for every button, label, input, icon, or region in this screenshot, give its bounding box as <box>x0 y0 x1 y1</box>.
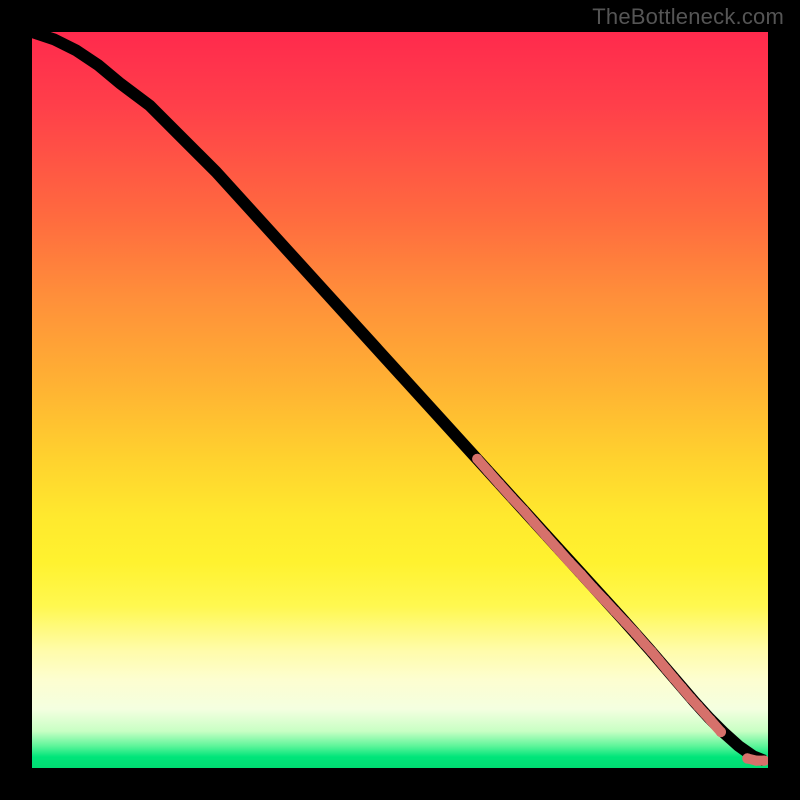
highlight-point <box>647 647 657 657</box>
highlight-point <box>472 454 482 464</box>
highlight-point <box>529 517 539 527</box>
highlight-point <box>483 466 493 476</box>
highlight-point <box>541 530 551 540</box>
highlight-point <box>576 569 586 579</box>
highlight-point <box>610 606 620 616</box>
plot-area <box>32 32 768 768</box>
highlight-point <box>564 557 574 567</box>
highlight-point <box>599 595 609 605</box>
highlight-point <box>494 479 504 489</box>
highlight-point <box>630 628 640 638</box>
highlight-point <box>705 715 715 725</box>
highlight-point <box>620 617 630 627</box>
highlight-point <box>677 683 687 693</box>
highlight-point <box>686 693 696 703</box>
highlight-point <box>588 583 598 593</box>
highlight-point <box>716 727 726 737</box>
highlight-point <box>669 673 679 683</box>
highlight-point <box>553 544 563 554</box>
highlight-point <box>742 753 752 763</box>
chart-svg <box>32 32 768 768</box>
highlight-point <box>518 505 528 515</box>
highlight-point <box>661 664 671 674</box>
chart-frame: TheBottleneck.com <box>0 0 800 800</box>
highlight-point <box>654 655 664 665</box>
watermark-text: TheBottleneck.com <box>592 4 784 30</box>
highlight-point <box>507 493 517 503</box>
highlight-point <box>639 638 649 648</box>
